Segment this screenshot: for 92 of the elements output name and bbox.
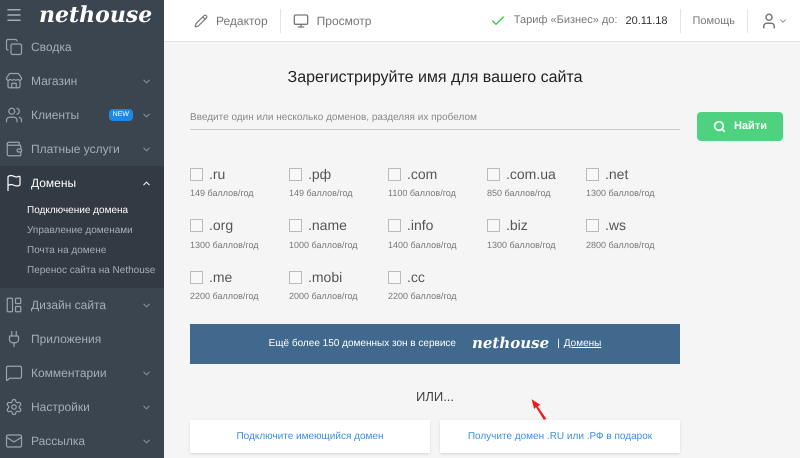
domain-zone: .net (605, 164, 628, 184)
domain-price: 1300 баллов/год (487, 238, 557, 252)
sidebar-label: Магазин (31, 73, 78, 90)
domain-zone: .mobi (308, 268, 342, 286)
checkbox[interactable] (586, 219, 599, 232)
domain-zone: .name (308, 216, 347, 235)
sidebar-item[interactable]: Рассылка (0, 424, 164, 458)
domain-price: 850 баллов/год (487, 187, 552, 200)
account-button[interactable] (760, 12, 788, 30)
copy-icon (5, 38, 23, 56)
domain-price: 2200 баллов/год (388, 290, 458, 303)
domain-zone: .me (209, 268, 232, 286)
domain-price: 149 баллов/год (289, 187, 354, 200)
chat-icon (5, 364, 23, 382)
domain-zone: .com (407, 164, 438, 184)
plan-label: Тариф «Бизнес» до: (514, 13, 618, 28)
action-button[interactable]: Получите домен .RU или .РФ в подарок (440, 420, 680, 453)
sidebar-label: Комментарии (31, 365, 107, 382)
submenu-item[interactable]: Перенос сайта на Nethouse (0, 260, 164, 280)
preview-button[interactable]: Просмотр (280, 8, 372, 32)
checkbox[interactable] (289, 219, 302, 232)
domain-zone: .ws (605, 216, 626, 235)
domain-price: 1300 баллов/год (190, 238, 260, 252)
checkbox[interactable] (586, 168, 599, 180)
sidebar-item[interactable]: Платные услуги (0, 132, 164, 166)
sidebar-item[interactable]: Домены (0, 166, 164, 200)
search-icon (713, 120, 726, 133)
users-icon (5, 106, 23, 124)
checkbox[interactable] (190, 168, 203, 180)
menu-icon[interactable] (5, 6, 23, 24)
submenu-item[interactable]: Подключение домена (0, 200, 164, 220)
sidebar-label: Клиенты (31, 107, 80, 124)
banner-text: Ещё более 150 доменных зон в сервисе (268, 337, 456, 351)
domain-price: 1100 баллов/год (388, 187, 457, 200)
separator: | (557, 337, 560, 351)
submenu-item[interactable]: Управление доменами (0, 220, 164, 240)
monitor-icon (292, 12, 309, 28)
sidebar-label: Платные услуги (31, 141, 120, 158)
checkbox[interactable] (487, 219, 500, 232)
or-text: ИЛИ... (414, 388, 456, 406)
help-link[interactable]: Помощь (680, 8, 748, 32)
settings-icon (5, 398, 23, 416)
domain-zone: .org (209, 216, 234, 235)
plan-date: 20.11.18 (625, 8, 680, 32)
sidebar-item[interactable]: Магазин (0, 64, 164, 98)
page-title: Зарегистрируйте имя для вашего сайта (286, 68, 584, 88)
mail-icon (5, 432, 23, 450)
sidebar-label: Рассылка (31, 433, 86, 450)
submenu-item[interactable]: Почта на домене (0, 240, 164, 260)
checkbox[interactable] (487, 168, 500, 180)
sidebar-label: Сводка (31, 39, 72, 56)
domain-zone: .ru (209, 164, 226, 184)
domain-price: 1300 баллов/год (586, 187, 656, 200)
sidebar-item[interactable]: Сводка (0, 30, 164, 64)
pencil-icon (194, 14, 208, 28)
sidebar-label: Настройки (31, 399, 90, 416)
domain-price: 1400 баллов/год (388, 238, 458, 252)
domains-link[interactable]: Домены (564, 336, 602, 351)
checkbox[interactable] (289, 270, 302, 284)
domain-search-field[interactable]: Введите один или несколько доменов, разделяя их пробелом (190, 110, 680, 130)
domain-price: 1000 баллов/год (289, 238, 359, 252)
banner-logo: nethouse (472, 333, 550, 354)
flag-icon (5, 174, 23, 192)
wallet-icon (5, 140, 23, 158)
layout-icon (5, 296, 23, 314)
sidebar-label: Домены (31, 175, 76, 192)
user-icon (760, 12, 778, 30)
sidebar-item[interactable]: Настройки (0, 390, 164, 424)
domain-price: 2000 баллов/год (289, 290, 359, 303)
domain-zone: .com.ua (506, 164, 556, 184)
checkbox[interactable] (289, 168, 302, 180)
store-icon (5, 72, 23, 90)
sidebar-label: Приложения (31, 331, 102, 348)
checkbox[interactable] (190, 219, 203, 232)
domain-price: 2200 баллов/год (190, 290, 260, 303)
sidebar-item[interactable]: Комментарии (0, 356, 164, 390)
domain-zone: .info (407, 216, 434, 235)
sidebar-item[interactable]: Дизайн сайта (0, 288, 164, 322)
checkbox[interactable] (388, 219, 401, 232)
editor-button[interactable]: Редактор (194, 8, 281, 32)
checkbox[interactable] (388, 168, 401, 180)
domain-zone: .biz (506, 216, 528, 235)
logo[interactable]: nethouse (39, 4, 152, 26)
action-button[interactable]: Подключите имеющийся домен (190, 420, 430, 453)
sidebar-item[interactable]: Приложения (0, 322, 164, 356)
checkbox[interactable] (190, 270, 203, 284)
domain-zone: .рф (308, 164, 332, 184)
domain-price: 2800 баллов/год (586, 238, 656, 252)
checkbox[interactable] (388, 270, 401, 284)
domain-zone: .cc (407, 268, 425, 286)
domain-price: 149 баллов/год (190, 187, 255, 200)
sidebar-label: Дизайн сайта (31, 297, 106, 314)
